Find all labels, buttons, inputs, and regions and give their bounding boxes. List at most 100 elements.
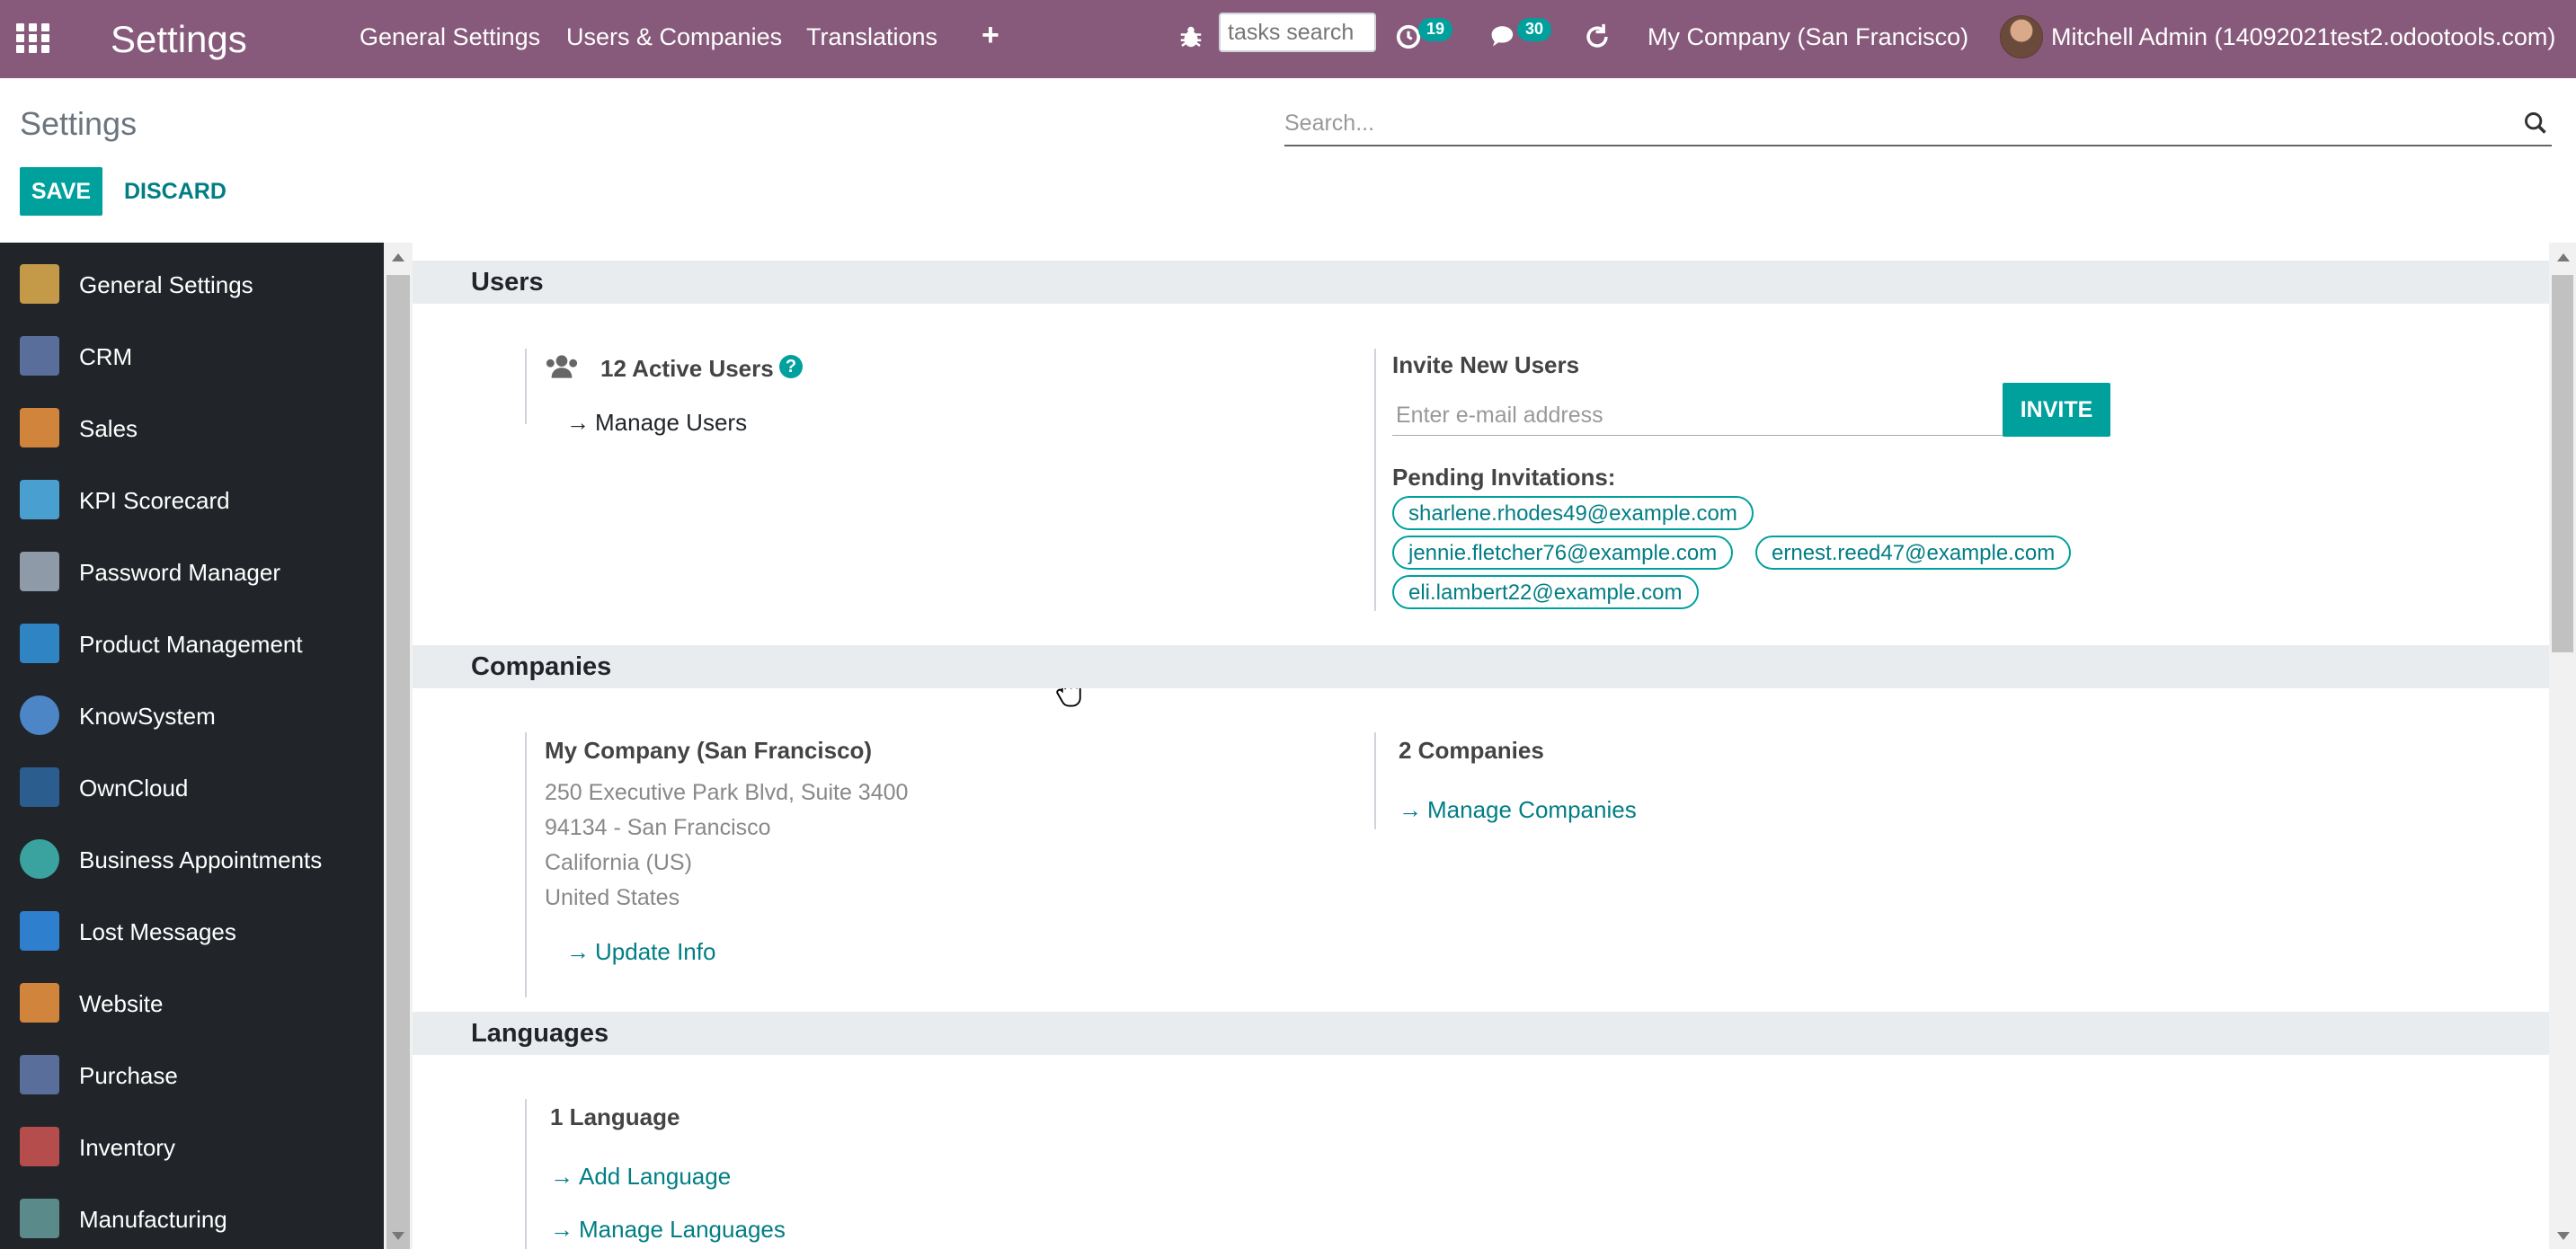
sidebar-item-product-management[interactable]: Product Management (0, 607, 384, 678)
section-title: Languages (471, 1019, 609, 1048)
scroll-up-arrow-icon[interactable] (392, 253, 404, 261)
clock-icon (20, 839, 59, 879)
tasks-search-input[interactable] (1219, 13, 1376, 52)
manage-companies-link[interactable]: → Manage Companies (1399, 796, 1637, 824)
sidebar-item-website[interactable]: Website (0, 966, 384, 1038)
search-icon[interactable] (2523, 111, 2548, 136)
pending-invitation-badge[interactable]: eli.lambert22@example.com (1392, 575, 1699, 609)
sidebar-scrollbar[interactable] (384, 243, 413, 1249)
company-address-line: California (US) (545, 850, 692, 875)
section-header-companies: Companies (413, 645, 2549, 688)
discard-button[interactable]: DISCARD (124, 167, 227, 216)
messages-count-badge: 30 (1517, 18, 1552, 41)
scroll-up-arrow-icon[interactable] (2557, 253, 2570, 261)
update-info-label: Update Info (595, 938, 716, 965)
pending-invitation-badge[interactable]: ernest.reed47@example.com (1755, 536, 2072, 570)
wrench-icon (20, 1199, 59, 1238)
invite-email-input[interactable]: Enter e-mail address (1392, 395, 2003, 436)
sidebar-item-label: OwnCloud (79, 775, 189, 802)
activity-count-badge: 19 (1418, 18, 1453, 41)
sidebar-item-label: Business Appointments (79, 846, 323, 873)
manage-languages-link[interactable]: → Manage Languages (550, 1216, 786, 1244)
settings-sidebar: General Settings CRM Sales KPI Scorecard… (0, 243, 384, 1249)
company-switcher[interactable]: My Company (San Francisco) (1648, 25, 1968, 49)
sidebar-item-label: General Settings (79, 271, 253, 298)
menu-general-settings[interactable]: General Settings (360, 25, 540, 49)
manage-users-link[interactable]: → Manage Users (566, 409, 747, 437)
invite-title: Invite New Users (1392, 351, 1580, 378)
debug-bug-icon[interactable] (1177, 23, 1204, 50)
arrow-right-icon: → (1399, 796, 1422, 823)
add-menu-icon[interactable]: + (982, 20, 999, 50)
app-title[interactable]: Settings (111, 18, 247, 61)
company-address-line: 250 Executive Park Blvd, Suite 3400 (545, 780, 909, 805)
box-icon (20, 1127, 59, 1166)
sidebar-item-purchase[interactable]: Purchase (0, 1038, 384, 1110)
sidebar-item-lost-messages[interactable]: Lost Messages (0, 894, 384, 966)
sidebar-item-label: Product Management (79, 631, 303, 658)
pending-invitations-title: Pending Invitations: (1392, 464, 1616, 491)
add-language-label: Add Language (579, 1163, 732, 1190)
invite-placeholder: Enter e-mail address (1396, 403, 1603, 428)
manage-languages-label: Manage Languages (579, 1216, 786, 1243)
pending-invitation-badge[interactable]: sharlene.rhodes49@example.com (1392, 496, 1754, 530)
sidebar-item-business-appointments[interactable]: Business Appointments (0, 822, 384, 894)
sidebar-item-label: KnowSystem (79, 703, 216, 730)
user-menu[interactable]: Mitchell Admin (14092021test2.odootools.… (2051, 25, 2555, 49)
sidebar-item-knowsystem[interactable]: KnowSystem (0, 678, 384, 750)
manage-companies-label: Manage Companies (1427, 796, 1637, 823)
divider (525, 1099, 527, 1249)
divider (1374, 349, 1376, 611)
company-address-line: 94134 - San Francisco (545, 815, 771, 840)
apps-menu-icon[interactable] (16, 23, 50, 54)
globe-icon (20, 983, 59, 1023)
users-group-icon (546, 355, 578, 378)
scroll-down-arrow-icon[interactable] (2557, 1232, 2570, 1240)
sidebar-item-label: CRM (79, 343, 133, 370)
sidebar-item-label: Sales (79, 415, 138, 442)
manage-users-label: Manage Users (595, 409, 748, 436)
settings-search[interactable]: Search... (1284, 103, 2552, 146)
scroll-down-arrow-icon[interactable] (392, 1232, 404, 1240)
content-scrollbar[interactable] (2549, 243, 2576, 1249)
menu-translations[interactable]: Translations (806, 25, 937, 49)
divider (1374, 732, 1376, 829)
sidebar-item-general-settings[interactable]: General Settings (0, 247, 384, 319)
add-language-link[interactable]: → Add Language (550, 1163, 731, 1191)
help-question-icon[interactable]: ? (779, 355, 803, 378)
brain-icon (20, 695, 59, 735)
invite-button[interactable]: INVITE (2003, 383, 2110, 437)
sidebar-item-inventory[interactable]: Inventory (0, 1110, 384, 1182)
section-title: Users (471, 268, 544, 297)
scorecard-icon (20, 480, 59, 519)
refresh-sync-icon[interactable] (1582, 22, 1612, 52)
settings-content: Users 12 Active Users ? → Manage Users In… (413, 243, 2549, 1249)
sidebar-item-crm[interactable]: CRM (0, 319, 384, 391)
sliders-icon (20, 624, 59, 663)
update-info-link[interactable]: → Update Info (566, 938, 715, 966)
sidebar-item-label: Lost Messages (79, 918, 236, 945)
sidebar-item-sales[interactable]: Sales (0, 391, 384, 463)
sidebar-item-kpi-scorecard[interactable]: KPI Scorecard (0, 463, 384, 535)
scrollbar-thumb[interactable] (386, 275, 410, 1249)
key-icon (20, 552, 59, 591)
divider (525, 349, 527, 424)
sidebar-item-label: Inventory (79, 1134, 175, 1161)
scrollbar-thumb[interactable] (2552, 275, 2573, 652)
messages-chat-icon[interactable] (1489, 23, 1520, 50)
sidebar-item-manufacturing[interactable]: Manufacturing (0, 1182, 384, 1249)
section-header-users: Users (413, 261, 2549, 304)
section-header-languages: Languages (413, 1012, 2549, 1055)
section-title: Companies (471, 652, 612, 681)
page-title: Settings (20, 105, 138, 142)
gear-icon (20, 264, 59, 304)
sidebar-item-label: KPI Scorecard (79, 487, 230, 514)
company-name: My Company (San Francisco) (545, 737, 873, 764)
search-input[interactable]: Search... (1284, 111, 1374, 137)
pending-invitation-badge[interactable]: jennie.fletcher76@example.com (1392, 536, 1734, 570)
menu-users-companies[interactable]: Users & Companies (566, 25, 782, 49)
sidebar-item-owncloud[interactable]: OwnCloud (0, 750, 384, 822)
user-avatar[interactable] (2000, 15, 2043, 58)
save-button[interactable]: SAVE (20, 167, 102, 216)
sidebar-item-password-manager[interactable]: Password Manager (0, 535, 384, 607)
